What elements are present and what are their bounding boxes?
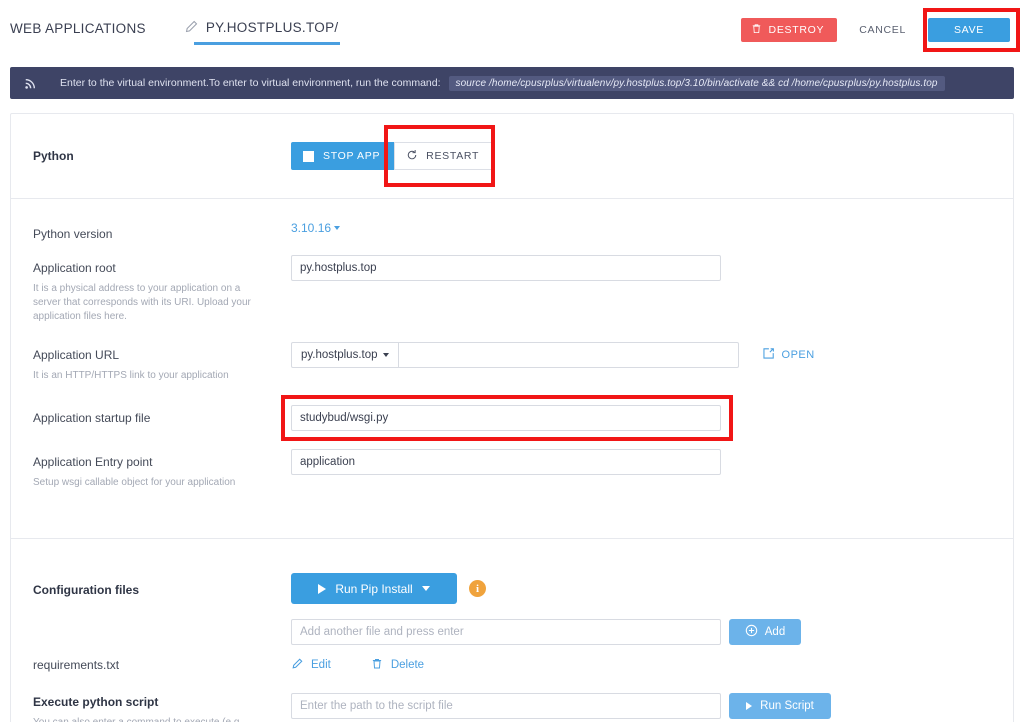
play-icon [318,583,327,594]
entry-point-hint: Setup wsgi callable object for your appl… [33,477,236,488]
python-version-value-cell: 3.10.16 [291,221,991,235]
execute-script-label-cell: Execute python script You can also enter… [33,693,291,722]
startup-file-value-cell [281,395,991,441]
banner-command[interactable]: source /home/cpusrplus/virtualenv/py.hos… [448,75,945,91]
settings-card: Python STOP APP RESTART Python version 3… [10,113,1014,722]
application-root-hint: It is a physical address to your applica… [33,283,251,322]
startup-file-input[interactable] [291,405,721,431]
application-root-label-cell: Application root It is a physical addres… [33,255,291,324]
rss-icon [24,76,38,90]
add-file-button[interactable]: Add [729,619,801,645]
application-url-value-cell: py.hostplus.top OPEN [291,342,991,368]
python-section-title: Python [33,149,74,163]
delete-file-link[interactable]: Delete [371,657,424,673]
run-script-button[interactable]: Run Script [729,693,831,719]
execute-hint-line1: You can also enter a command to execute … [33,717,239,722]
top-bar: WEB APPLICATIONS PY.HOSTPLUS.TOP/ DESTRO… [0,0,1024,58]
application-url-domain-value: py.hostplus.top [301,349,378,361]
stop-app-button[interactable]: STOP APP [291,142,395,170]
stop-square-icon [303,150,314,162]
pip-install-cell: Run Pip Install i [291,573,486,604]
external-link-icon [762,347,775,363]
application-url-domain-select[interactable]: py.hostplus.top [291,342,399,368]
delete-label: Delete [390,659,425,671]
cancel-button[interactable]: CANCEL [837,18,928,42]
chevron-down-icon [382,353,389,357]
run-pip-install-label: Run Pip Install [335,581,413,596]
python-version-label: Python version [33,227,113,241]
configuration-files-row: Configuration files Run Pip Install i [33,573,991,604]
field-row-application-root: Application root It is a physical addres… [33,255,991,324]
application-root-label: Application root [33,261,116,275]
field-row-application-url: Application URL It is an HTTP/HTTPS link… [33,342,991,383]
field-row-entry-point: Application Entry point Setup wsgi calla… [33,449,991,490]
application-url-label: Application URL [33,348,120,362]
add-label: Add [764,626,786,638]
application-fields-section: Python version 3.10.16 Application root … [11,198,1013,538]
plus-circle-icon [745,624,758,640]
application-url-hint: It is an HTTP/HTTPS link to your applica… [33,370,229,381]
add-file-input[interactable] [291,619,721,645]
entry-point-input[interactable] [291,449,721,475]
startup-file-label-cell: Application startup file [33,405,291,427]
execute-script-title: Execute python script [33,695,159,709]
chevron-down-icon [334,226,341,230]
trash-icon [371,657,383,673]
python-version-value: 3.10.16 [291,221,332,235]
banner-text: Enter to the virtual environment.To ente… [60,77,441,89]
open-url-link[interactable]: OPEN [762,342,815,363]
trash-icon [751,22,762,38]
script-path-input[interactable] [291,693,721,719]
stop-app-label: STOP APP [323,150,381,162]
application-root-value-cell [291,255,991,281]
application-url-path-input[interactable] [398,342,739,368]
pencil-icon [184,20,198,34]
entry-point-label: Application Entry point [33,455,153,469]
field-row-startup-file: Application startup file [33,395,991,441]
save-button-wrapper: SAVE [928,18,1010,42]
destroy-button[interactable]: DESTROY [740,18,838,42]
destroy-label: DESTROY [768,24,825,36]
tab-label: PY.HOSTPLUS.TOP/ [205,19,339,35]
config-file-row: requirements.txt Edit Delete [33,657,991,673]
top-actions: DESTROY CANCEL SAVE [740,18,1010,42]
restart-label: RESTART [426,150,480,162]
config-file-name: requirements.txt [33,658,120,672]
entry-point-label-cell: Application Entry point Setup wsgi calla… [33,449,291,490]
configuration-files-title: Configuration files [33,583,139,597]
open-label: OPEN [781,349,815,361]
breadcrumb-web-applications[interactable]: WEB APPLICATIONS [10,21,146,38]
execute-script-row: Execute python script You can also enter… [33,693,991,722]
entry-point-value-cell [291,449,991,475]
restart-button[interactable]: RESTART [394,142,494,170]
configuration-files-label-cell: Configuration files [33,573,291,599]
chevron-down-icon [421,586,430,591]
startup-file-label: Application startup file [33,411,151,425]
python-version-dropdown[interactable]: 3.10.16 [291,221,341,235]
edit-file-link[interactable]: Edit [291,658,331,673]
restart-arrow-icon [406,149,418,164]
pencil-icon [291,658,303,673]
configuration-section: Configuration files Run Pip Install i Ad… [11,538,1013,722]
virtualenv-banner: Enter to the virtual environment.To ente… [10,67,1014,99]
python-version-label-cell: Python version [33,221,291,243]
app-control-buttons: STOP APP RESTART [291,125,495,187]
info-icon[interactable]: i [469,580,486,597]
run-pip-install-button[interactable]: Run Pip Install [291,573,457,604]
app-control-section: Python STOP APP RESTART [11,114,1013,198]
add-file-row: Add [33,619,991,645]
execute-script-hint: You can also enter a command to execute … [33,716,273,722]
run-script-label: Run Script [760,700,814,712]
save-button[interactable]: SAVE [928,18,1010,42]
play-icon [746,702,753,710]
application-root-input[interactable] [291,255,721,281]
field-row-python-version: Python version 3.10.16 [33,221,991,243]
tab-py-hostplus-top[interactable]: PY.HOSTPLUS.TOP/ [182,14,341,45]
application-url-label-cell: Application URL It is an HTTP/HTTPS link… [33,342,291,383]
edit-label: Edit [311,659,331,671]
